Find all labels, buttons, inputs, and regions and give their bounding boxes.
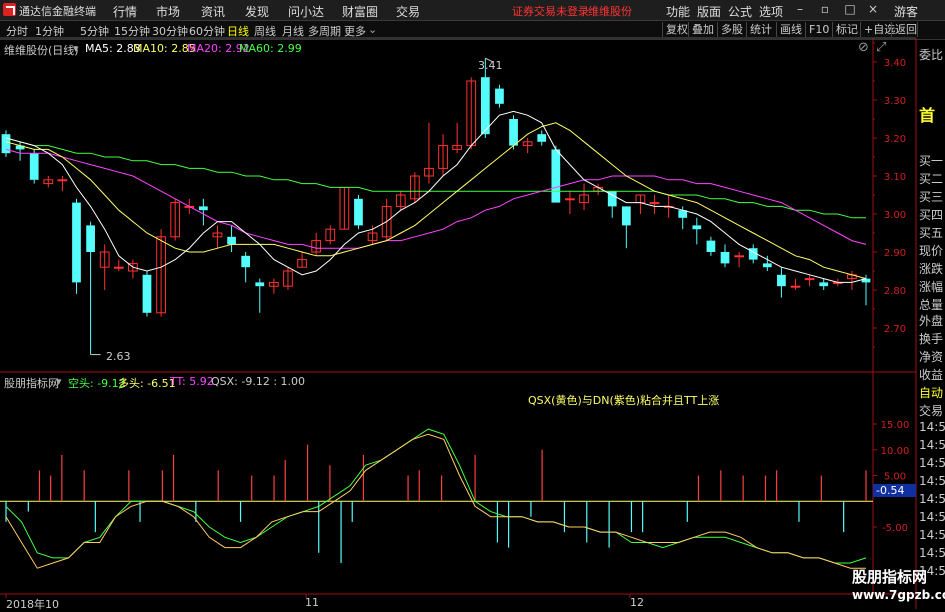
quote-label-8: 涨跌 <box>919 262 944 276</box>
quote-label-19: 14:56 <box>919 456 945 470</box>
indicator-duotou: 多头: -6.51 <box>118 377 176 390</box>
indicator-note: QSX(黄色)与DN(紫色)粘合并且TT上涨 <box>528 394 720 407</box>
y-tick-label-6: 2.80 <box>884 286 906 297</box>
ma20-line <box>5 148 867 249</box>
candle-body <box>199 206 208 211</box>
candle-body <box>72 202 81 283</box>
kline-chart[interactable]: 3.40 3.30 3.20 3.10 3.00 2.90 2.80 2.70 15.00 10.… <box>0 0 945 609</box>
quote-label-18: 14:56 <box>919 438 945 452</box>
y-tick-label-1: 3.30 <box>884 96 906 107</box>
date-label-nov: 11 <box>305 596 319 609</box>
candle-body <box>255 282 265 287</box>
stock-chart-label: 维维股份(日线) <box>4 44 79 57</box>
pin-icon[interactable]: ⊘ <box>858 40 869 55</box>
quote-label-2: 买一 <box>919 154 944 168</box>
candle-body <box>649 202 660 205</box>
watermark-title: 股朋指标网 <box>852 568 928 586</box>
date-label-oct: 2018年10 <box>6 598 59 611</box>
quote-label-9: 涨幅 <box>919 280 944 294</box>
quote-label-21: 14:56 <box>919 492 945 506</box>
watermark-url: www.7gpzb.com <box>852 588 945 602</box>
candle-body <box>692 225 702 230</box>
candle-body <box>551 149 561 203</box>
y-tick-label-2: 3.20 <box>884 134 906 145</box>
candle-body <box>790 285 801 288</box>
candle-body <box>142 274 152 313</box>
ind-y-tick-label-3: -5.00 <box>882 523 908 534</box>
ma10-line <box>5 122 867 280</box>
quote-label-13: 净资 <box>919 350 944 364</box>
candle-body <box>706 240 716 252</box>
y-tick-label-4: 3.00 <box>884 210 906 221</box>
quote-label-4: 买三 <box>919 190 944 204</box>
ma60-label: MA60: 2.99 <box>239 42 302 55</box>
candle-body <box>509 119 518 146</box>
candle-body <box>720 252 730 264</box>
quote-label-15: 自动 <box>919 386 944 400</box>
quote-label-23: 14:56 <box>919 528 945 542</box>
low-price-label: 2.63 <box>106 350 131 363</box>
candle-body <box>819 282 829 287</box>
quote-label-6: 买五 <box>919 226 944 240</box>
quote-label-16: 交易 <box>919 404 944 418</box>
candle-body <box>480 77 490 135</box>
candle-body <box>57 179 68 182</box>
indicator-settings-icon[interactable]: ▾ <box>56 375 62 388</box>
quote-label-22: 14:56 <box>919 510 945 524</box>
candle-body <box>29 153 39 180</box>
y-tick-label-5: 2.90 <box>884 248 906 259</box>
candle-body <box>804 278 815 281</box>
settings-circle-icon[interactable]: ▾ <box>73 42 79 55</box>
candle-body <box>495 88 504 104</box>
candle-body <box>762 263 772 268</box>
ind-y-tick-label-0: 15.00 <box>881 420 910 431</box>
quote-label-20: 14:56 <box>919 474 945 488</box>
y-tick-label-3: 3.10 <box>884 172 906 183</box>
candle-body <box>565 198 575 201</box>
ind-y-tick-label-2: 5.00 <box>884 472 906 483</box>
quote-label-14: 收益 <box>919 368 944 382</box>
expand-icon[interactable]: ⤢ <box>876 40 886 55</box>
quote-label-7: 现价 <box>919 244 944 258</box>
quote-label-5: 买四 <box>919 208 944 222</box>
indicator-name: 股朋指标网 <box>4 377 59 390</box>
quote-label-1: 首 <box>919 106 936 125</box>
ind-y-tick-label-1: 10.00 <box>881 446 910 457</box>
candle-body <box>241 255 251 268</box>
quote-label-0: 委比 <box>919 48 944 62</box>
quote-label-11: 外盘 <box>919 314 944 328</box>
candle-body <box>227 236 236 245</box>
indicator-tt: TT: 5.92 <box>170 375 214 388</box>
ma60-line <box>5 137 866 219</box>
candle-body <box>113 266 124 269</box>
candle-body <box>86 225 95 252</box>
dn-line <box>5 428 867 564</box>
indicator-qsx: QSX: -9.12 : 1.00 <box>211 375 306 388</box>
quote-label-3: 买二 <box>919 172 944 186</box>
candle-body <box>734 255 744 258</box>
y-tick-label-0: 3.40 <box>884 58 906 69</box>
indicator-current-value: -0.54 <box>873 484 916 497</box>
candle-body <box>537 134 547 142</box>
quote-label-10: 总量 <box>919 298 944 312</box>
quote-label-17: 14:56 <box>919 420 945 434</box>
date-label-dec: 12 <box>630 596 644 609</box>
candle-body <box>777 274 786 287</box>
high-price-label: 3.41 <box>478 59 503 72</box>
candle-body <box>354 198 363 226</box>
quote-label-24: 14:56 <box>919 546 945 560</box>
quote-label-12: 换手 <box>919 332 944 346</box>
candle-body <box>621 206 631 226</box>
y-tick-label-7: 2.70 <box>884 324 906 335</box>
